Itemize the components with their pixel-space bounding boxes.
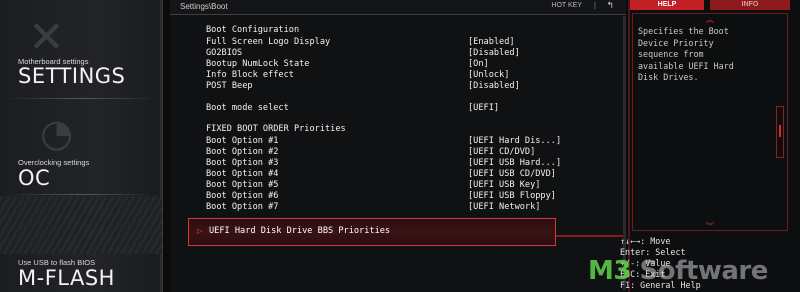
sidebar-item-oc-title: OC bbox=[18, 166, 51, 190]
option-label: Info Block effect bbox=[206, 70, 294, 80]
menu-row-boot-option-4[interactable]: Boot Option #4 [UEFI USB CD/DVD] bbox=[206, 169, 616, 180]
menu-row-boot-option-1[interactable]: Boot Option #1 [UEFI Hard Dis...] bbox=[206, 136, 616, 147]
option-label: Boot mode select bbox=[206, 103, 289, 113]
watermark-logo: M3 Software bbox=[588, 256, 768, 286]
sidebar-item-settings-title: SETTINGS bbox=[18, 64, 126, 88]
sidebar-item-mflash-title: M-FLASH bbox=[18, 266, 115, 290]
option-value[interactable]: [Unlock] bbox=[468, 70, 509, 80]
menu-row-info-block[interactable]: Info Block effect [Unlock] bbox=[206, 70, 616, 81]
wrench-screwdriver-icon: ✕ bbox=[28, 12, 65, 63]
watermark-suffix: Software bbox=[630, 256, 769, 286]
sidebar-divider bbox=[4, 194, 158, 195]
option-value[interactable]: [UEFI Network] bbox=[468, 202, 540, 212]
tab-info[interactable]: INFO bbox=[710, 0, 790, 10]
option-label: Boot Option #4 bbox=[206, 169, 279, 179]
menu-row-boot-option-3[interactable]: Boot Option #3 [UEFI USB Hard...] bbox=[206, 158, 616, 169]
menu-row-full-screen-logo[interactable]: Full Screen Logo Display [Enabled] bbox=[206, 37, 616, 48]
option-label: Full Screen Logo Display bbox=[206, 37, 331, 47]
chevron-up-icon[interactable]: ︽ bbox=[706, 14, 714, 25]
section-boot-configuration: Boot Configuration bbox=[206, 25, 616, 36]
watermark-prefix: M3 bbox=[588, 256, 631, 286]
key-hint-move: ↑↓←→: Move bbox=[620, 236, 671, 246]
menu-row-post-beep[interactable]: POST Beep [Disabled] bbox=[206, 81, 616, 92]
option-label: Bootup NumLock State bbox=[206, 59, 310, 69]
sidebar-item-mflash[interactable]: Use USB to flash BIOS M-FLASH bbox=[0, 196, 162, 292]
option-value[interactable]: [On] bbox=[468, 59, 489, 69]
option-value[interactable]: [Enabled] bbox=[468, 37, 515, 47]
menu-row-boot-option-5[interactable]: Boot Option #5 [UEFI USB Key] bbox=[206, 180, 616, 191]
option-label: Boot Option #6 bbox=[206, 191, 279, 201]
help-scrollbar[interactable] bbox=[776, 106, 784, 158]
main-panel: Settings\Boot HOT KEY | ↰ Boot Configura… bbox=[170, 0, 626, 292]
menu-row-uefi-hdd-bbs-priorities[interactable]: ▷ UEFI Hard Disk Drive BBS Priorities bbox=[188, 218, 556, 246]
menu-row-boot-mode[interactable]: Boot mode select [UEFI] bbox=[206, 103, 616, 114]
sidebar-divider bbox=[4, 98, 158, 99]
hotkey-button[interactable]: HOT KEY bbox=[551, 2, 582, 9]
option-value[interactable]: [Disabled] bbox=[468, 48, 520, 58]
menu-row-boot-option-2[interactable]: Boot Option #2 [UEFI CD/DVD] bbox=[206, 147, 616, 158]
option-label: UEFI Hard Disk Drive BBS Priorities bbox=[209, 226, 391, 236]
option-value[interactable]: [UEFI USB Key] bbox=[468, 180, 540, 190]
sidebar-item-settings[interactable]: ✕ Motherboard settings SETTINGS bbox=[0, 0, 162, 96]
option-label: Boot Option #2 bbox=[206, 147, 279, 157]
section-title: FIXED BOOT ORDER Priorities bbox=[206, 124, 346, 134]
menu-row-boot-option-7[interactable]: Boot Option #7 [UEFI Network] bbox=[206, 202, 616, 213]
option-value[interactable]: [UEFI USB Hard...] bbox=[468, 158, 561, 168]
section-title: Boot Configuration bbox=[206, 25, 300, 35]
option-label: GO2BIOS bbox=[206, 48, 243, 58]
option-value[interactable]: [UEFI] bbox=[468, 103, 499, 113]
option-value[interactable]: [UEFI USB Floppy] bbox=[468, 191, 556, 201]
top-bar: Settings\Boot HOT KEY | ↰ bbox=[170, 0, 626, 15]
option-value[interactable]: [UEFI Hard Dis...] bbox=[468, 136, 561, 146]
option-label: Boot Option #3 bbox=[206, 158, 279, 168]
menu-row-numlock[interactable]: Bootup NumLock State [On] bbox=[206, 59, 616, 70]
sidebar: ✕ Motherboard settings SETTINGS ◔ Overcl… bbox=[0, 0, 163, 292]
option-label: Boot Option #5 bbox=[206, 180, 279, 190]
gauge-icon: ◔ bbox=[40, 111, 74, 155]
section-fixed-boot-order: FIXED BOOT ORDER Priorities bbox=[206, 124, 616, 135]
sidebar-item-oc[interactable]: ◔ Overclocking settings OC bbox=[0, 100, 162, 192]
help-description: Specifies the Boot Device Priority seque… bbox=[638, 26, 734, 82]
option-label: Boot Option #7 bbox=[206, 202, 279, 212]
option-value[interactable]: [UEFI CD/DVD] bbox=[468, 147, 535, 157]
breadcrumb: Settings\Boot bbox=[180, 2, 228, 11]
menu-row-go2bios[interactable]: GO2BIOS [Disabled] bbox=[206, 48, 616, 59]
tab-help[interactable]: HELP bbox=[630, 0, 704, 10]
chevron-down-icon[interactable]: ︾ bbox=[706, 221, 714, 232]
menu-row-boot-option-6[interactable]: Boot Option #6 [UEFI USB Floppy] bbox=[206, 191, 616, 202]
hotkey-separator: | bbox=[593, 1, 596, 10]
option-label: POST Beep bbox=[206, 81, 253, 91]
submenu-arrow-icon: ▷ bbox=[197, 228, 203, 235]
back-icon[interactable]: ↰ bbox=[606, 0, 614, 11]
option-value[interactable]: [Disabled] bbox=[468, 81, 520, 91]
option-label: Boot Option #1 bbox=[206, 136, 279, 146]
option-value[interactable]: [UEFI USB CD/DVD] bbox=[468, 169, 556, 179]
